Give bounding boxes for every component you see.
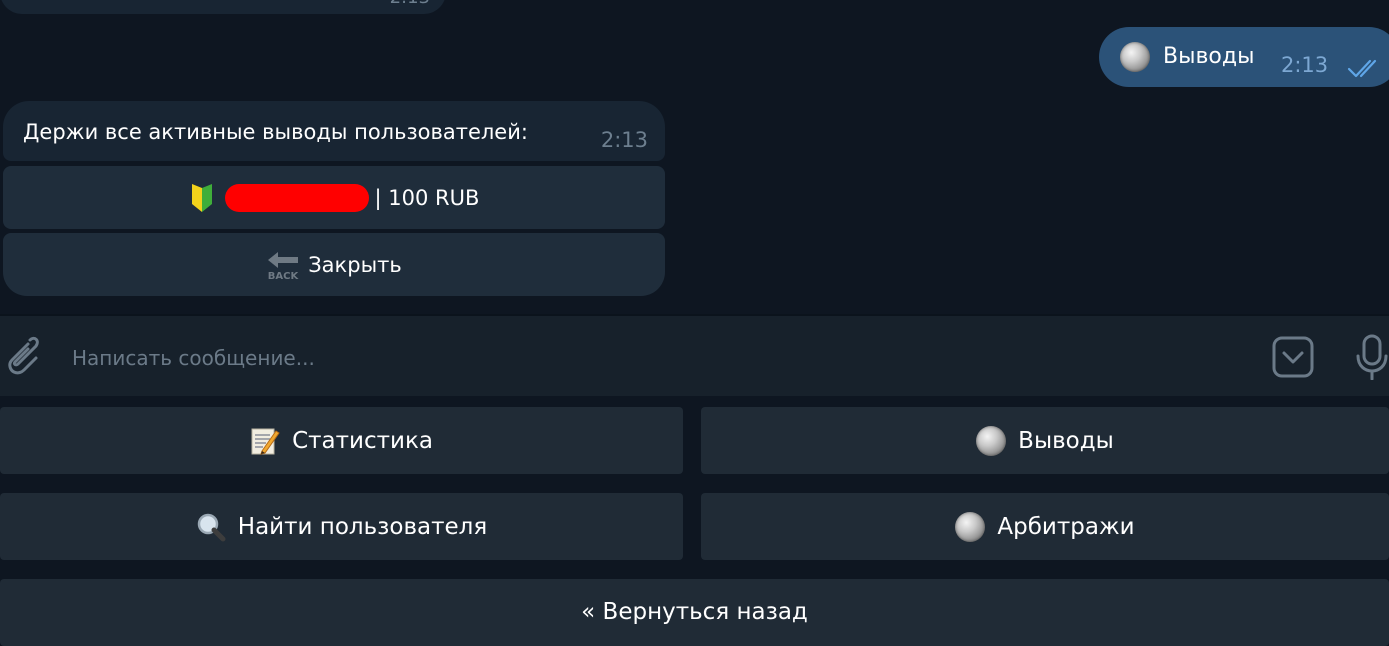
microphone-icon[interactable] (1355, 334, 1389, 380)
find-user-button[interactable]: Найти пользователя (0, 493, 683, 560)
arbitrage-button-label: Арбитражи (997, 513, 1135, 540)
find-user-button-label: Найти пользователя (237, 513, 488, 540)
arbitrage-button[interactable]: Арбитражи (701, 493, 1389, 560)
double-check-icon (1347, 59, 1377, 78)
message-composer (0, 314, 1389, 398)
outgoing-message-time: 2:13 (1281, 53, 1329, 77)
close-button[interactable]: BACK Закрыть (3, 233, 665, 296)
beginner-icon (191, 183, 212, 212)
withdrawals-button-label: Выводы (1018, 427, 1114, 454)
incoming-message-bubble: Держи все активные выводы пользователей:… (3, 101, 665, 161)
incoming-message-time: 2:13 (600, 128, 648, 152)
incoming-message-text: Держи все активные выводы пользователей: (23, 120, 528, 144)
go-back-button-label: « Вернуться назад (581, 599, 808, 625)
paperclip-icon[interactable] (0, 334, 40, 378)
coin-icon (976, 425, 1007, 456)
statistics-button[interactable]: Статистика (0, 407, 683, 474)
previous-message-bubble: 2:13 (0, 0, 446, 14)
statistics-button-label: Статистика (292, 427, 433, 454)
withdrawal-entry-button[interactable]: | 100 RUB (3, 166, 665, 229)
withdrawals-button[interactable]: Выводы (701, 407, 1389, 474)
outgoing-message-text: Выводы (1163, 44, 1255, 69)
close-button-label: Закрыть (308, 252, 402, 277)
magnifier-icon (197, 513, 226, 541)
message-input[interactable] (70, 340, 1224, 376)
svg-text:BACK: BACK (268, 271, 300, 280)
memo-icon (251, 428, 280, 455)
reply-keyboard: Статистика Выводы Найти пользователя Арб… (0, 396, 1389, 646)
outgoing-message-bubble: Выводы 2:13 (1099, 27, 1389, 87)
redacted-username (224, 183, 369, 212)
coin-icon (1120, 42, 1150, 72)
back-arrow-icon: BACK (268, 251, 300, 280)
coin-icon (955, 511, 986, 542)
previous-message-time: 2:13 (390, 0, 430, 8)
withdrawal-amount-label: | 100 RUB (374, 185, 480, 210)
chat-history: 2:13 Выводы 2:13 Держи все активные выво… (0, 0, 1389, 314)
go-back-button[interactable]: « Вернуться назад (0, 579, 1389, 646)
keyboard-toggle-icon[interactable] (1272, 336, 1314, 378)
